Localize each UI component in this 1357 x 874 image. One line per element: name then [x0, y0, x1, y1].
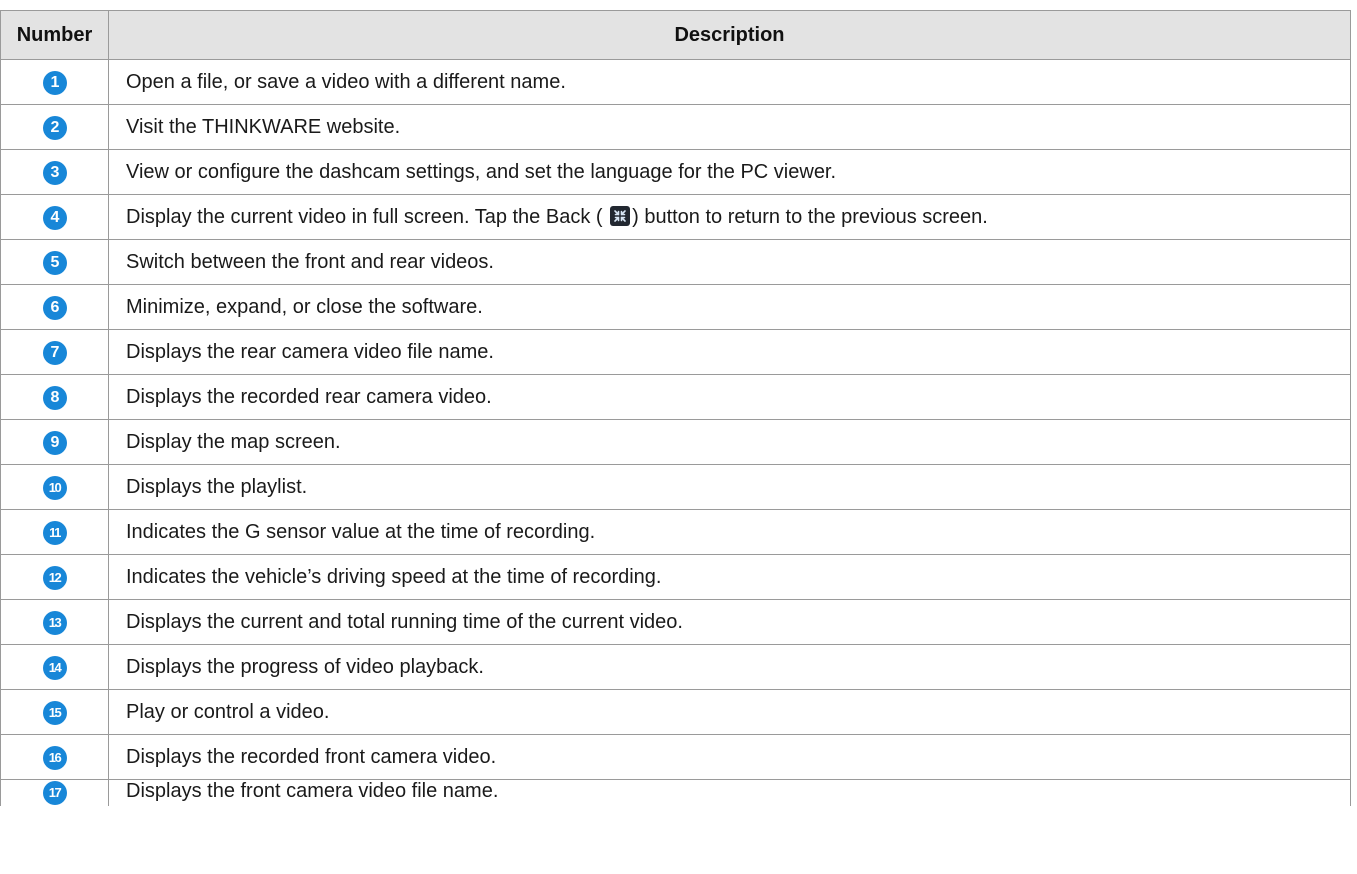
number-badge: 11: [42, 520, 67, 545]
number-badge: 1: [42, 70, 67, 95]
row-description: Display the current video in full screen…: [108, 194, 1351, 240]
table-row: 1 Open a file, or save a video with a di…: [0, 59, 1351, 105]
number-badge: 8: [42, 385, 67, 410]
row-description: Open a file, or save a video with a diff…: [108, 59, 1351, 105]
number-badge: 3: [42, 160, 67, 185]
number-column-header: Number: [0, 10, 109, 60]
table-row: 10 Displays the playlist.: [0, 464, 1351, 510]
table-row: 16 Displays the recorded front camera vi…: [0, 734, 1351, 780]
number-badge: 16: [42, 745, 67, 770]
table-row: 9 Display the map screen.: [0, 419, 1351, 465]
table-row: 17 Displays the front camera video file …: [0, 779, 1351, 806]
table-row: 6 Minimize, expand, or close the softwar…: [0, 284, 1351, 330]
number-badge: 14: [42, 655, 67, 680]
description-table: Number Description 1 Open a file, or sav…: [0, 10, 1351, 806]
row-description: Displays the recorded rear camera video.: [108, 374, 1351, 420]
row-description: Displays the front camera video file nam…: [108, 779, 1351, 806]
row-description: Switch between the front and rear videos…: [108, 239, 1351, 285]
number-badge: 9: [42, 430, 67, 455]
number-badge: 4: [42, 205, 67, 230]
number-badge: 17: [42, 781, 67, 805]
row-description: Display the map screen.: [108, 419, 1351, 465]
table-row: 5 Switch between the front and rear vide…: [0, 239, 1351, 285]
row-description: Indicates the G sensor value at the time…: [108, 509, 1351, 555]
row-description: Play or control a video.: [108, 689, 1351, 735]
table-row: 13 Displays the current and total runnin…: [0, 599, 1351, 645]
row-description: Displays the progress of video playback.: [108, 644, 1351, 690]
table-row: 4 Display the current video in full scre…: [0, 194, 1351, 240]
row-description: Indicates the vehicle’s driving speed at…: [108, 554, 1351, 600]
description-column-header: Description: [108, 10, 1351, 60]
number-badge: 13: [42, 610, 67, 635]
table-header-row: Number Description: [0, 10, 1351, 60]
row-description: Displays the recorded front camera video…: [108, 734, 1351, 780]
row-description: Displays the current and total running t…: [108, 599, 1351, 645]
row-description: View or configure the dashcam settings, …: [108, 149, 1351, 195]
row-description: Displays the playlist.: [108, 464, 1351, 510]
row-description-text: ) button to return to the previous scree…: [632, 205, 988, 228]
table-row: 12 Indicates the vehicle’s driving speed…: [0, 554, 1351, 600]
row-description-text: Display the current video in full screen…: [126, 205, 603, 228]
row-description: Minimize, expand, or close the software.: [108, 284, 1351, 330]
row-description: Displays the rear camera video file name…: [108, 329, 1351, 375]
number-badge: 15: [42, 700, 67, 725]
row-description: Visit the THINKWARE website.: [108, 104, 1351, 150]
number-badge: 2: [42, 115, 67, 140]
number-badge: 5: [42, 250, 67, 275]
number-badge: 7: [42, 340, 67, 365]
number-badge: 6: [42, 295, 67, 320]
exit-fullscreen-icon: [610, 205, 631, 226]
table-row: 15 Play or control a video.: [0, 689, 1351, 735]
table-row: 3 View or configure the dashcam settings…: [0, 149, 1351, 195]
number-badge: 12: [42, 565, 67, 590]
table-row: 2 Visit the THINKWARE website.: [0, 104, 1351, 150]
table-row: 11 Indicates the G sensor value at the t…: [0, 509, 1351, 555]
number-badge: 10: [42, 475, 67, 500]
table-row: 7 Displays the rear camera video file na…: [0, 329, 1351, 375]
table-row: 8 Displays the recorded rear camera vide…: [0, 374, 1351, 420]
table-row: 14 Displays the progress of video playba…: [0, 644, 1351, 690]
